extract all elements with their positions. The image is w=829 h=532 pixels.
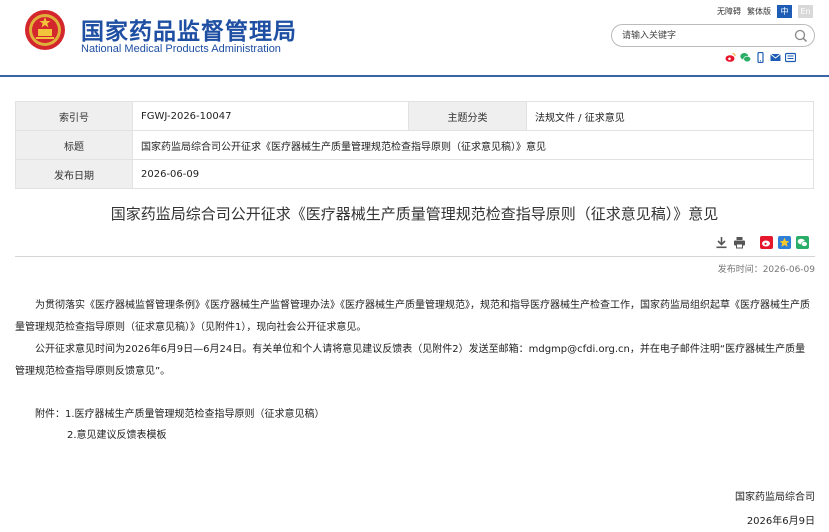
search-input[interactable] <box>622 28 787 43</box>
accessibility-link[interactable]: 无障碍 <box>717 6 741 17</box>
table-row: 索引号 FGWJ-2026-10047 主题分类 法规文件 / 征求意见 <box>15 101 814 131</box>
search-box <box>611 24 815 47</box>
attachments: 附件：1.医疗器械生产质量管理规范检查指导原则（征求意见稿） 2.意见建议反馈表… <box>35 404 325 446</box>
table-row: 标题 国家药监局综合司公开征求《医疗器械生产质量管理规范检查指导原则（征求意见稿… <box>15 130 814 160</box>
attachment-link-2[interactable]: 2.意见建议反馈表模板 <box>35 425 325 446</box>
signature: 国家药监局综合司 <box>735 492 815 503</box>
site-subtitle[interactable]: National Medical Products Administration <box>81 43 281 55</box>
site-title[interactable]: 国家药品监督管理局 <box>81 12 297 46</box>
category-value: 法规文件 / 征求意见 <box>526 101 814 131</box>
index-value: FGWJ-2026-10047 <box>132 101 409 131</box>
national-emblem-icon[interactable] <box>23 8 67 52</box>
article-tools <box>715 236 809 249</box>
table-row: 发布日期 2026-06-09 <box>15 159 814 189</box>
weibo-icon[interactable] <box>725 52 736 63</box>
attachment-link-1[interactable]: 附件：1.医疗器械生产质量管理规范检查指导原则（征求意见稿） <box>35 404 325 425</box>
title-label: 标题 <box>15 130 133 160</box>
print-icon[interactable] <box>733 236 746 249</box>
sign-date: 2026年6月9日 <box>746 516 815 527</box>
lang-en-button[interactable]: En <box>798 4 813 18</box>
publish-time: 发布时间：2026-06-09 <box>717 265 815 275</box>
email-icon[interactable] <box>770 52 781 63</box>
date-label: 发布日期 <box>15 159 133 189</box>
article-title: 国家药监局综合司公开征求《医疗器械生产质量管理规范检查指导原则（征求意见稿）》意… <box>110 205 719 223</box>
download-icon[interactable] <box>715 236 728 249</box>
title-divider <box>15 256 815 257</box>
site-header: 国家药品监督管理局 National Medical Products Admi… <box>0 0 829 77</box>
traditional-link[interactable]: 繁体版 <box>747 6 771 17</box>
wechat-icon[interactable] <box>740 52 751 63</box>
social-icons <box>725 51 797 64</box>
tools-spacer <box>751 236 755 249</box>
title-value: 国家药监局综合司公开征求《医疗器械生产质量管理规范检查指导原则（征求意见稿）》意… <box>132 130 814 160</box>
top-links: 无障碍 繁体版 中 En <box>717 3 813 19</box>
paragraph-1: 为贯彻落实《医疗器械监督管理条例》《医疗器械生产监督管理办法》《医疗器械生产质量… <box>15 300 810 333</box>
lang-cn-button[interactable]: 中 <box>777 4 792 18</box>
category-label: 主题分类 <box>408 101 527 131</box>
share-qzone-icon[interactable] <box>778 236 791 249</box>
mobile-icon[interactable] <box>755 51 766 64</box>
article-body: 为贯彻落实《医疗器械监督管理条例》《医疗器械生产监督管理办法》《医疗器械生产质量… <box>15 295 815 383</box>
share-wechat-icon[interactable] <box>796 236 809 249</box>
search-icon[interactable] <box>794 29 808 43</box>
mail-icon[interactable] <box>784 52 797 63</box>
index-label: 索引号 <box>15 101 133 131</box>
share-weibo-icon[interactable] <box>760 236 773 249</box>
document-info-table: 索引号 FGWJ-2026-10047 主题分类 法规文件 / 征求意见 标题 … <box>15 101 814 189</box>
date-value: 2026-06-09 <box>132 159 814 189</box>
paragraph-2: 公开征求意见时间为2026年6月9日—6月24日。有关单位和个人请将意见建议反馈… <box>15 344 806 377</box>
